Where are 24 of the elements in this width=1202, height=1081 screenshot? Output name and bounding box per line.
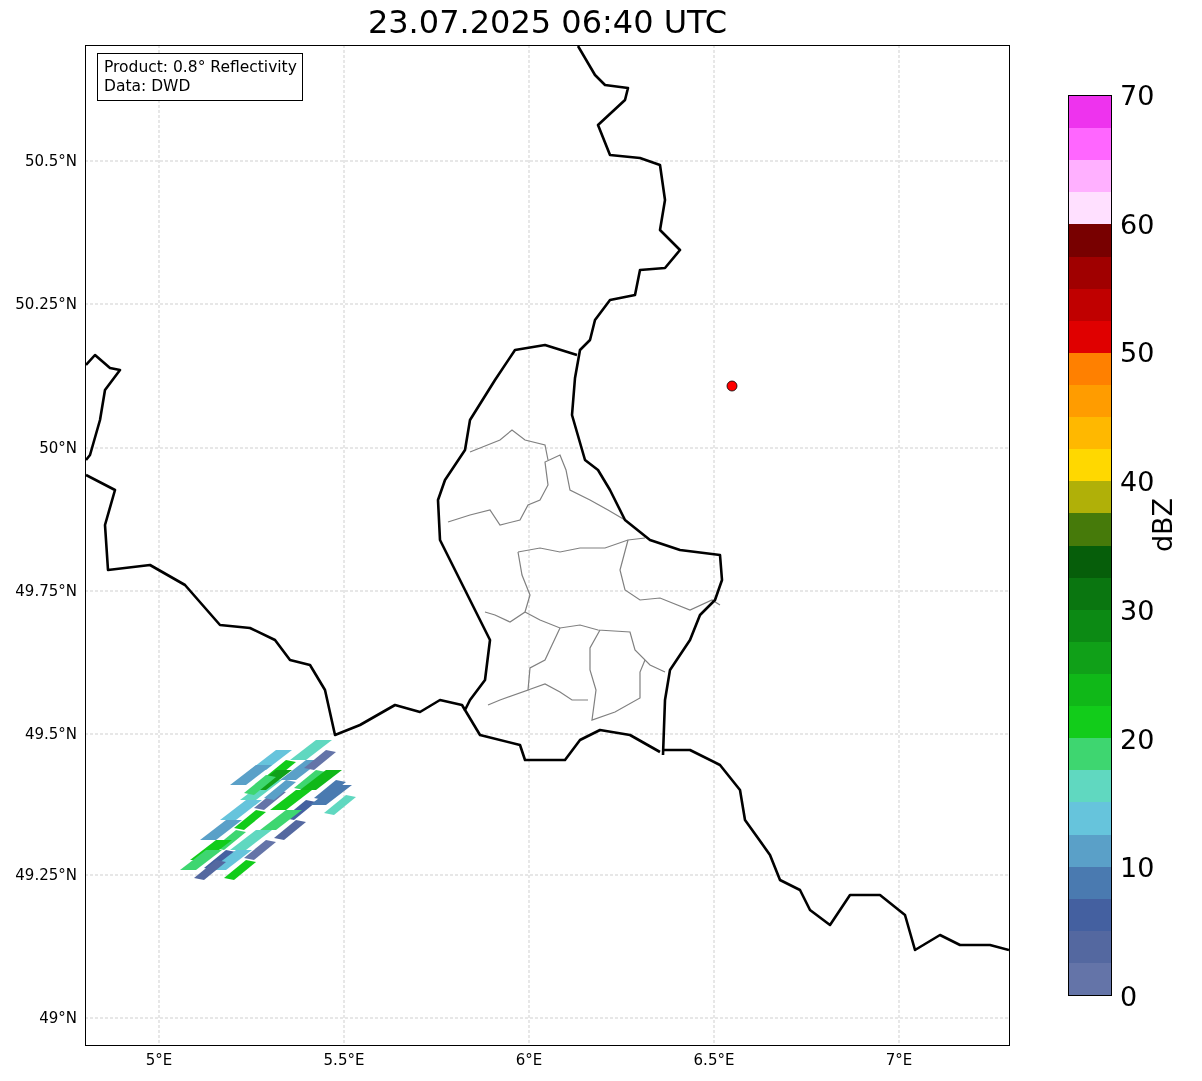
legend-text: Product: 0.8° Reflectivity — [104, 58, 297, 77]
chart-title: 23.07.2025 06:40 UTC — [366, 2, 729, 43]
colorbar-tick-label: 10 — [1120, 851, 1155, 883]
legend-text: Data: DWD — [104, 77, 192, 96]
colorbar-tick-label: 30 — [1120, 594, 1155, 626]
axis-tick-label: 50.5°N — [24, 152, 77, 170]
axis-tick-label: 49°N — [39, 1009, 77, 1027]
axis-tick-label: 6.5°E — [693, 1051, 735, 1069]
axis-tick-label: 49.25°N — [15, 866, 77, 884]
colorbar-tick-label: 60 — [1120, 208, 1155, 240]
colorbar-tick-label: 40 — [1120, 465, 1155, 497]
axis-tick-label: 5°E — [145, 1051, 173, 1069]
axis-tick-label: 5.5°E — [323, 1051, 365, 1069]
axis-tick-label: 7°E — [885, 1051, 913, 1069]
colorbar-label: dBZ — [1146, 497, 1178, 553]
axis-tick-label: 50°N — [39, 439, 77, 457]
colorbar-tick-label: 20 — [1120, 723, 1155, 755]
axis-tick-label: 6°E — [515, 1051, 543, 1069]
axis-tick-label: 49.75°N — [15, 582, 77, 600]
axis-tick-label: 50.25°N — [15, 295, 77, 313]
colorbar-tick-label: 0 — [1120, 980, 1138, 1012]
axis-tick-label: 49.5°N — [24, 725, 77, 743]
colorbar-tick-label: 50 — [1120, 336, 1155, 368]
colorbar-tick-label: 70 — [1120, 79, 1155, 111]
